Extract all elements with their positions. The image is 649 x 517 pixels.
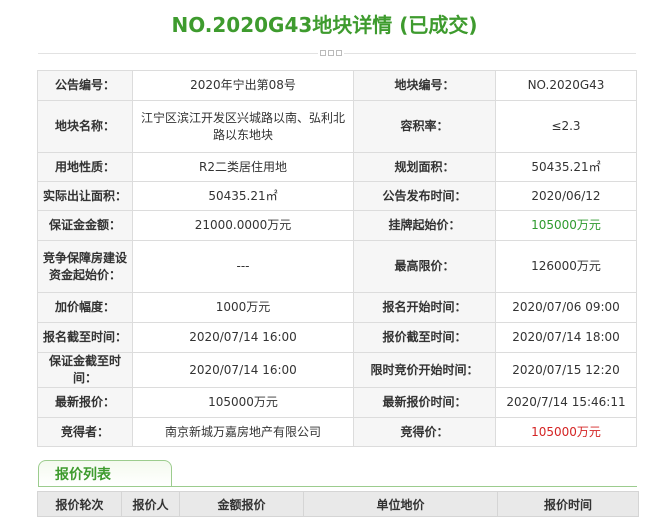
winning-price-label: 竞得价： bbox=[353, 417, 496, 447]
detail-row: 最新报价： 105000万元 最新报价时间： 2020/7/14 15:46:1… bbox=[37, 387, 637, 418]
housing-fund-label: 竞争保障房建设资金起始价： bbox=[37, 240, 133, 293]
start-price-label: 挂牌起始价： bbox=[353, 210, 496, 241]
latest-bid-label: 最新报价： bbox=[37, 387, 133, 418]
actual-area-value: 50435.21㎡ bbox=[132, 181, 354, 211]
publish-date-value: 2020/06/12 bbox=[495, 181, 637, 211]
bid-end-label: 报价截至时间： bbox=[353, 322, 496, 353]
detail-row: 实际出让面积： 50435.21㎡ 公告发布时间： 2020/06/12 bbox=[37, 181, 637, 211]
detail-row: 竞得者： 南京新城万嘉房地产有限公司 竞得价： 105000万元 bbox=[37, 417, 637, 447]
page-title: NO.2020G43地块详情 (已成交) bbox=[171, 13, 478, 37]
max-price-label: 最高限价： bbox=[353, 240, 496, 293]
registration-start-value: 2020/07/06 09:00 bbox=[495, 292, 637, 323]
planned-area-value: 50435.21㎡ bbox=[495, 152, 637, 182]
col-amount-header[interactable]: 金额报价 bbox=[179, 491, 304, 517]
winning-price-value: 105000万元 bbox=[495, 417, 637, 447]
parcel-no-value: NO.2020G43 bbox=[495, 70, 637, 101]
tab-underline bbox=[38, 486, 637, 487]
parcel-name-value: 江宁区滨江开发区兴城路以南、弘利北路以东地块 bbox=[132, 100, 354, 153]
deposit-label: 保证金金额： bbox=[37, 210, 133, 241]
announcement-no-label: 公告编号： bbox=[37, 70, 133, 101]
land-use-label: 用地性质： bbox=[37, 152, 133, 182]
divider-ornament bbox=[318, 50, 344, 58]
deposit-deadline-value: 2020/07/14 16:00 bbox=[132, 352, 354, 388]
start-price-value: 105000万元 bbox=[495, 210, 637, 241]
timed-bid-start-label: 限时竞价开始时间： bbox=[353, 352, 496, 388]
detail-row: 保证金截至时间： 2020/07/14 16:00 限时竞价开始时间： 2020… bbox=[37, 352, 637, 388]
housing-fund-value: --- bbox=[132, 240, 354, 293]
increment-label: 加价幅度： bbox=[37, 292, 133, 323]
latest-bid-time-label: 最新报价时间： bbox=[353, 387, 496, 418]
registration-end-value: 2020/07/14 16:00 bbox=[132, 322, 354, 353]
timed-bid-start-value: 2020/07/15 12:20 bbox=[495, 352, 637, 388]
detail-row: 保证金金额： 21000.0000万元 挂牌起始价： 105000万元 bbox=[37, 210, 637, 241]
registration-start-label: 报名开始时间： bbox=[353, 292, 496, 323]
winner-value: 南京新城万嘉房地产有限公司 bbox=[132, 417, 354, 447]
increment-value: 1000万元 bbox=[132, 292, 354, 323]
detail-row: 地块名称： 江宁区滨江开发区兴城路以南、弘利北路以东地块 容积率： ≤2.3 bbox=[37, 100, 637, 153]
col-time-header[interactable]: 报价时间 bbox=[497, 491, 639, 517]
parcel-no-label: 地块编号： bbox=[353, 70, 496, 101]
max-price-value: 126000万元 bbox=[495, 240, 637, 293]
parcel-name-label: 地块名称： bbox=[37, 100, 133, 153]
col-unit-price-header[interactable]: 单位地价 bbox=[303, 491, 498, 517]
detail-row: 用地性质： R2二类居住用地 规划面积： 50435.21㎡ bbox=[37, 152, 637, 182]
land-use-value: R2二类居住用地 bbox=[132, 152, 354, 182]
col-round-header[interactable]: 报价轮次 bbox=[37, 491, 122, 517]
deposit-deadline-label: 保证金截至时间： bbox=[37, 352, 133, 388]
detail-row: 加价幅度： 1000万元 报名开始时间： 2020/07/06 09:00 bbox=[37, 292, 637, 323]
bid-end-value: 2020/07/14 18:00 bbox=[495, 322, 637, 353]
plot-ratio-value: ≤2.3 bbox=[495, 100, 637, 153]
detail-row: 报名截至时间： 2020/07/14 16:00 报价截至时间： 2020/07… bbox=[37, 322, 637, 353]
detail-row: 公告编号： 2020年宁出第08号 地块编号： NO.2020G43 bbox=[37, 70, 637, 101]
plot-ratio-label: 容积率： bbox=[353, 100, 496, 153]
latest-bid-value: 105000万元 bbox=[132, 387, 354, 418]
actual-area-label: 实际出让面积： bbox=[37, 181, 133, 211]
registration-end-label: 报名截至时间： bbox=[37, 322, 133, 353]
latest-bid-time-value: 2020/7/14 15:46:11 bbox=[495, 387, 637, 418]
col-bidder-header[interactable]: 报价人 bbox=[121, 491, 180, 517]
land-detail-table: 公告编号： 2020年宁出第08号 地块编号： NO.2020G43 地块名称：… bbox=[37, 70, 637, 447]
winner-label: 竞得者： bbox=[37, 417, 133, 447]
detail-row: 竞争保障房建设资金起始价： --- 最高限价： 126000万元 bbox=[37, 240, 637, 293]
offer-table-header: 报价轮次 报价人 金额报价 单位地价 报价时间 bbox=[37, 491, 639, 517]
tab-offer-list[interactable]: 报价列表 bbox=[38, 460, 172, 486]
deposit-value: 21000.0000万元 bbox=[132, 210, 354, 241]
offer-list-table: 报价轮次 报价人 金额报价 单位地价 报价时间 bbox=[37, 491, 639, 517]
announcement-no-value: 2020年宁出第08号 bbox=[132, 70, 354, 101]
publish-date-label: 公告发布时间： bbox=[353, 181, 496, 211]
planned-area-label: 规划面积： bbox=[353, 152, 496, 182]
